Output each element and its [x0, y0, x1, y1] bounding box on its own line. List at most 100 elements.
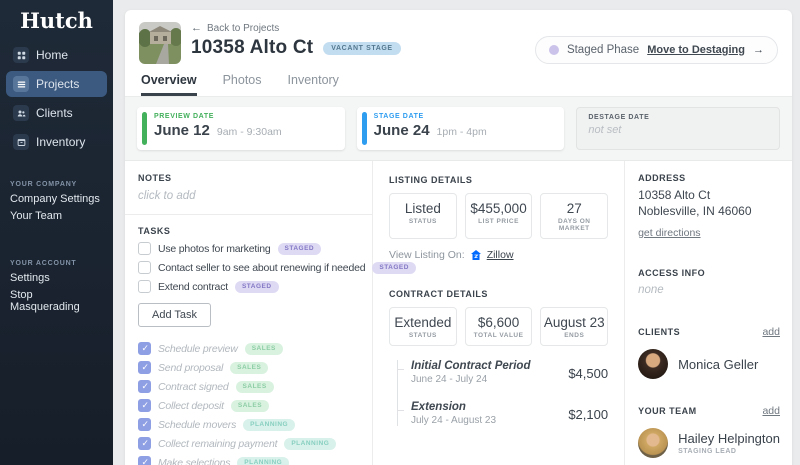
task-checkbox[interactable]	[138, 261, 151, 274]
contract-period: Extension July 24 - August 23 $2,100	[397, 401, 609, 426]
tasks-heading: TASKS	[138, 226, 171, 236]
your-team-heading: YOUR TEAM	[638, 406, 697, 416]
project-card: ← Back to Projects 10358 Alto Ct VACANT …	[125, 10, 792, 465]
task-badge: PLANNING	[243, 418, 296, 431]
tab-inventory[interactable]: Inventory	[288, 73, 339, 96]
task-label: Schedule movers	[158, 418, 237, 431]
task-checkbox[interactable]	[138, 242, 151, 255]
completed-task-row: Schedule movers PLANNING	[138, 418, 364, 431]
time-value: 9am - 9:30am	[216, 126, 282, 138]
task-badge: PLANNING	[237, 456, 290, 465]
task-checkbox-checked[interactable]	[138, 399, 151, 412]
sidebar-item-inventory[interactable]: Inventory	[6, 129, 107, 155]
tab-bar: Overview Photos Inventory	[139, 73, 778, 96]
stat-value: Extended	[394, 315, 452, 330]
completed-task-row: Collect remaining payment PLANNING	[138, 437, 364, 450]
notes-heading: NOTES	[138, 173, 172, 183]
stat-value: 27	[566, 201, 582, 216]
sidebar-section-company: YOUR COMPANY Company Settings Your Team	[10, 181, 103, 222]
stat-box: August 23 ENDS	[540, 307, 609, 346]
stat-value: $6,600	[477, 315, 520, 330]
stat-box: 27 DAYS ON MARKET	[540, 193, 609, 239]
date-card-label: DESTAGE DATE	[588, 114, 650, 121]
notes-placeholder[interactable]: click to add	[138, 190, 364, 202]
sidebar-link-settings[interactable]: Settings	[10, 272, 103, 284]
task-checkbox[interactable]	[138, 280, 151, 293]
back-to-projects-link[interactable]: ← Back to Projects	[191, 22, 401, 34]
sidebar-link-your-team[interactable]: Your Team	[10, 210, 103, 222]
task-badge: PLANNING	[284, 437, 337, 450]
sidebar-item-clients[interactable]: Clients	[6, 100, 107, 126]
task-badge: SALES	[244, 342, 283, 355]
access-info-heading: ACCESS INFO	[638, 268, 706, 278]
task-checkbox-checked[interactable]	[138, 342, 151, 355]
address-line2: Noblesville, IN 46060	[638, 204, 752, 218]
property-thumbnail[interactable]	[139, 22, 181, 64]
stat-box: $455,000 LIST PRICE	[464, 193, 533, 239]
contract-stats: Extended STATUS $6,600 TOTAL VALUE Augus…	[389, 307, 609, 346]
period-amount: $4,500	[568, 366, 609, 381]
stage-date-card[interactable]: STAGE DATE June 24 1pm - 4pm	[356, 107, 565, 150]
contract-period: Initial Contract Period June 24 - July 2…	[397, 360, 609, 385]
task-checkbox-checked[interactable]	[138, 456, 151, 465]
listing-details-heading: LISTING DETAILS	[389, 175, 473, 185]
task-checkbox-checked[interactable]	[138, 380, 151, 393]
task-label: Schedule preview	[158, 342, 238, 355]
task-checkbox-checked[interactable]	[138, 418, 151, 431]
sidebar-item-label: Home	[36, 48, 69, 62]
date-not-set: not set	[588, 124, 622, 136]
content-columns: NOTES click to add TASKS Use photos for …	[125, 161, 792, 465]
sidebar: Hutch Home Projects Clients Inventory YO…	[0, 0, 113, 465]
completed-task-row: Contract signed SALES	[138, 380, 364, 393]
green-accent-bar	[142, 112, 147, 145]
move-to-destaging-link[interactable]: Move to Destaging	[647, 44, 745, 56]
sidebar-item-home[interactable]: Home	[6, 42, 107, 68]
task-row: Contact seller to see about renewing if …	[138, 261, 416, 274]
task-checkbox-checked[interactable]	[138, 437, 151, 450]
add-task-button[interactable]: Add Task	[138, 303, 212, 327]
task-badge: SALES	[230, 399, 270, 412]
client-name: Monica Geller	[678, 356, 759, 372]
period-name: Initial Contract Period	[411, 360, 531, 372]
vacant-stage-badge: VACANT STAGE	[323, 41, 401, 55]
team-member-row[interactable]: Hailey Helpington STAGING LEAD	[638, 428, 780, 458]
stat-box: Extended STATUS	[389, 307, 457, 346]
period-name: Extension	[411, 401, 466, 413]
task-badge: SALES	[230, 361, 269, 374]
period-amount: $2,100	[568, 407, 609, 422]
add-client-link[interactable]: add	[762, 326, 780, 338]
task-row: Use photos for marketing STAGED	[138, 242, 364, 255]
phase-label: Staged Phase	[566, 44, 640, 56]
people-icon	[13, 105, 29, 121]
task-checkbox-checked[interactable]	[138, 361, 151, 374]
date-value: June 12	[154, 122, 210, 139]
add-team-member-link[interactable]: add	[762, 405, 780, 417]
clients-heading: CLIENTS	[638, 327, 681, 337]
stat-label: ENDS	[564, 332, 585, 339]
divider	[125, 214, 372, 215]
task-row: Extend contract STAGED	[138, 280, 364, 293]
client-row[interactable]: Monica Geller	[638, 349, 780, 379]
preview-date-card[interactable]: PREVIEW DATE June 12 9am - 9:30am	[137, 107, 345, 150]
client-avatar	[638, 349, 669, 379]
tab-photos[interactable]: Photos	[223, 73, 262, 96]
sidebar-item-label: Projects	[36, 77, 80, 91]
view-listing-label: View Listing On:	[389, 249, 465, 261]
back-label: Back to Projects	[207, 22, 280, 34]
destage-date-card[interactable]: DESTAGE DATE not set	[576, 107, 781, 150]
project-header: ← Back to Projects 10358 Alto Ct VACANT …	[125, 10, 792, 96]
sidebar-link-company-settings[interactable]: Company Settings	[10, 193, 103, 205]
sidebar-item-projects[interactable]: Projects	[6, 71, 107, 97]
sidebar-item-label: Clients	[36, 106, 73, 120]
sidebar-section-account: YOUR ACCOUNT Settings Stop Masquerading	[10, 260, 103, 313]
phase-dot-icon	[548, 45, 559, 55]
zillow-link[interactable]: Zillow	[487, 249, 514, 261]
sidebar-link-stop-masquerading[interactable]: Stop Masquerading	[10, 289, 103, 313]
get-directions-link[interactable]: get directions	[638, 227, 700, 239]
date-cards-strip: PREVIEW DATE June 12 9am - 9:30am STAGE …	[125, 96, 792, 161]
address-heading: ADDRESS	[638, 173, 686, 183]
contract-details-heading: CONTRACT DETAILS	[389, 289, 488, 299]
tab-overview[interactable]: Overview	[141, 73, 197, 96]
task-badge: STAGED	[277, 242, 322, 255]
box-icon	[13, 134, 29, 150]
